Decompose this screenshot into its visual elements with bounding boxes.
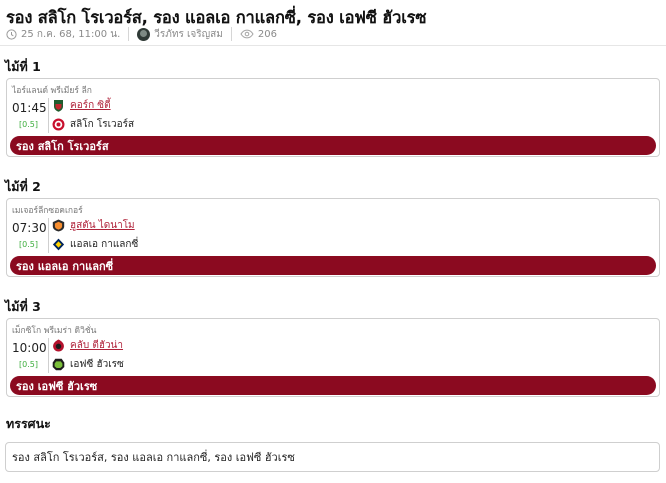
divider-line xyxy=(48,98,49,133)
summary-text: รอง สลิโก โรเวอร์ส, รอง แอลเอ กาแลกซี่, … xyxy=(12,451,295,464)
header-divider xyxy=(0,45,666,46)
kickoff-time: 10:00 xyxy=(12,341,47,355)
team-crest-icon xyxy=(52,238,65,251)
away-team-name: แอลเอ กาแลกซี่ xyxy=(70,238,139,250)
handicap-value: [0.5] xyxy=(19,240,38,249)
summary-heading: ทรรศนะ xyxy=(6,416,51,431)
author-avatar[interactable] xyxy=(137,27,151,41)
handicap-value: [0.5] xyxy=(19,120,38,129)
kickoff-time: 07:30 xyxy=(12,221,47,235)
pick-verdict-bar: รอง เอฟซี ฮัวเรซ xyxy=(10,376,656,395)
away-team: เอฟซี ฮัวเรซ xyxy=(52,356,124,372)
home-team[interactable]: ฮูสตัน ไดนาโม xyxy=(52,217,135,233)
home-team[interactable]: คอร์ก ซิตี้ xyxy=(52,97,111,113)
home-team-name[interactable]: ฮูสตัน ไดนาโม xyxy=(70,218,135,233)
league-name: ไอร์แลนด์ พรีเมียร์ ลีก xyxy=(12,86,92,96)
pick-heading: ไม้ที่ 3 xyxy=(5,299,41,314)
pick-heading: ไม้ที่ 1 xyxy=(5,59,41,74)
league-name: เม็กซิโก พรีเมร่า ดิวิชั่น xyxy=(12,326,97,336)
publish-date: 25 ก.ค. 68, 11:00 น. xyxy=(21,28,121,40)
team-crest-icon xyxy=(52,118,65,131)
pick-verdict-bar: รอง สลิโก โรเวอร์ส xyxy=(10,136,656,155)
away-team: สลิโก โรเวอร์ส xyxy=(52,116,134,132)
kickoff-time: 01:45 xyxy=(12,101,47,115)
home-team-name[interactable]: คอร์ก ซิตี้ xyxy=(70,98,111,113)
pick-verdict-bar: รอง แอลเอ กาแลกซี่ xyxy=(10,256,656,275)
author-name[interactable]: วีรภัทร เจริญสม xyxy=(154,27,223,42)
meta-divider xyxy=(128,27,130,41)
view-count: 206 xyxy=(257,28,277,40)
away-team-name: สลิโก โรเวอร์ส xyxy=(70,118,135,130)
summary-box: รอง สลิโก โรเวอร์ส, รอง แอลเอ กาแลกซี่, … xyxy=(5,442,660,472)
team-crest-icon xyxy=(52,219,65,232)
pick-heading: ไม้ที่ 2 xyxy=(5,179,41,194)
league-name: เมเจอร์ลีกซอคเกอร์ xyxy=(12,206,83,216)
eye-icon xyxy=(240,29,258,39)
away-team: แอลเอ กาแลกซี่ xyxy=(52,236,138,252)
home-team-name[interactable]: คลับ ตีฮัวน่า xyxy=(70,338,123,353)
match-card: เมเจอร์ลีกซอคเกอร์ 07:30 [0.5] ฮูสตัน ได… xyxy=(6,198,660,277)
meta-divider xyxy=(230,27,232,41)
team-crest-icon xyxy=(52,358,65,371)
divider-line xyxy=(48,338,49,373)
away-team-name: เอฟซี ฮัวเรซ xyxy=(70,358,124,370)
article-meta: 25 ก.ค. 68, 11:00 น. วีรภัทร เจริญสม 206 xyxy=(6,26,277,42)
handicap-value: [0.5] xyxy=(19,360,38,369)
home-team[interactable]: คลับ ตีฮัวน่า xyxy=(52,337,123,353)
team-crest-icon xyxy=(52,339,65,352)
divider-line xyxy=(48,218,49,253)
team-crest-icon xyxy=(52,99,65,112)
match-card: ไอร์แลนด์ พรีเมียร์ ลีก 01:45 [0.5] คอร์… xyxy=(6,78,660,157)
match-card: เม็กซิโก พรีเมร่า ดิวิชั่น 10:00 [0.5] ค… xyxy=(6,318,660,397)
clock-icon xyxy=(6,28,21,40)
